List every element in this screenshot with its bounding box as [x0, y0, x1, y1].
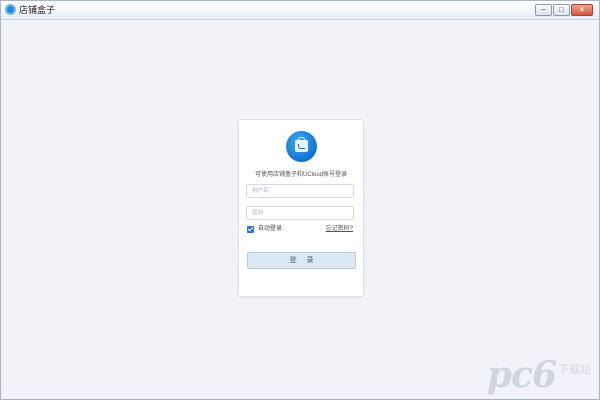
close-button[interactable]: × — [571, 4, 593, 16]
watermark: pc6 下载站 — [487, 357, 591, 393]
shopping-bag-icon — [295, 137, 308, 152]
auto-login-row[interactable]: 自动登录 — [247, 225, 282, 234]
forgot-password-link[interactable]: 忘记密码? — [326, 225, 353, 234]
login-card: 可使用店铺盒子和UCloud账号登录 自动登录 忘记密码? 登 录 — [238, 119, 364, 297]
auto-login-checkbox[interactable] — [247, 226, 254, 233]
login-button[interactable]: 登 录 — [247, 252, 356, 269]
watermark-text: 下载站 — [558, 364, 591, 376]
maximize-button[interactable]: □ — [553, 4, 570, 16]
minimize-button[interactable]: – — [535, 4, 552, 16]
password-input[interactable] — [246, 206, 354, 220]
app-logo — [286, 131, 317, 162]
title-bar[interactable]: 店铺盒子 – □ × — [1, 1, 599, 20]
auto-login-label: 自动登录 — [258, 226, 283, 232]
watermark-logo: pc6 — [486, 354, 557, 396]
app-window: 店铺盒子 – □ × 可使用店铺盒子和UCloud账号登录 自动登录 忘记密码?… — [0, 0, 600, 400]
login-subtitle: 可使用店铺盒子和UCloud账号登录 — [254, 172, 347, 178]
username-input[interactable] — [246, 184, 354, 198]
app-icon — [5, 4, 16, 15]
client-area: 可使用店铺盒子和UCloud账号登录 自动登录 忘记密码? 登 录 pc6 下载… — [1, 20, 599, 399]
window-title: 店铺盒子 — [19, 5, 56, 15]
window-controls: – □ × — [535, 4, 593, 16]
